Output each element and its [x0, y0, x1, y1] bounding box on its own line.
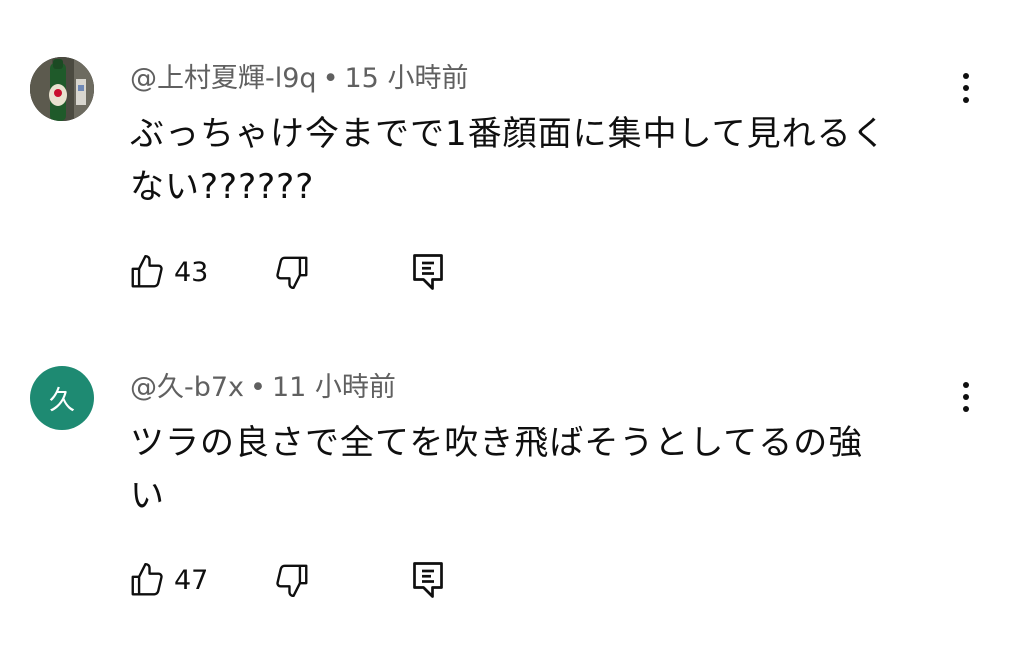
reply-icon [413, 254, 443, 290]
thumbs-up-icon [131, 562, 163, 596]
comment-meta: @久-b7x • 11 小時前 [130, 371, 396, 405]
comment-text: ぶっちゃけ今までで1番顔面に集中して見れるく ない?????? [130, 108, 950, 214]
comment-actions: 47 [128, 558, 528, 602]
comment-text-line: い [130, 476, 165, 516]
like-count: 43 [174, 256, 209, 288]
comment-text: ツラの良さで全てを吹き飛ばそうとしてるの強 い [130, 417, 950, 523]
more-vertical-icon-dot [963, 97, 969, 103]
avatar-letter: 久 [48, 385, 75, 416]
reply-icon [413, 562, 443, 598]
avatar[interactable] [30, 57, 94, 121]
like-count: 47 [174, 564, 209, 596]
more-vertical-icon [963, 382, 969, 388]
reply-button[interactable] [410, 250, 446, 294]
like-button[interactable]: 47 [128, 558, 208, 602]
comment-actions: 43 [128, 250, 528, 294]
comment-author[interactable]: @久-b7x [130, 372, 244, 403]
more-actions-button[interactable] [950, 68, 982, 108]
like-button[interactable]: 43 [128, 250, 208, 294]
dislike-button[interactable] [273, 558, 311, 602]
thumbs-down-icon [276, 564, 308, 598]
more-vertical-icon [963, 73, 969, 79]
more-actions-button[interactable] [950, 377, 982, 417]
comment-text-line: ぶっちゃけ今までで1番顔面に集中して見れるく [130, 114, 887, 154]
meta-separator: • [250, 372, 266, 403]
comment-text-line: ない?????? [130, 167, 315, 207]
avatar-photo-icon [30, 57, 94, 121]
meta-separator: • [322, 63, 339, 94]
comment-time[interactable]: 11 小時前 [272, 372, 396, 403]
more-vertical-icon-dot [963, 394, 969, 400]
comment-meta: @上村夏輝-l9q • 15 小時前 [130, 62, 468, 96]
thumbs-down-icon [276, 256, 308, 290]
comment-time[interactable]: 15 小時前 [345, 63, 469, 94]
reply-button[interactable] [410, 558, 446, 602]
comment-text-line: ツラの良さで全てを吹き飛ばそうとしてるの強 [130, 423, 864, 463]
more-vertical-icon-dot [963, 406, 969, 412]
thumbs-up-icon [131, 254, 163, 288]
avatar[interactable]: 久 [30, 366, 94, 430]
comment-author[interactable]: @上村夏輝-l9q [130, 63, 317, 94]
dislike-button[interactable] [273, 250, 311, 294]
more-vertical-icon-dot [963, 85, 969, 91]
